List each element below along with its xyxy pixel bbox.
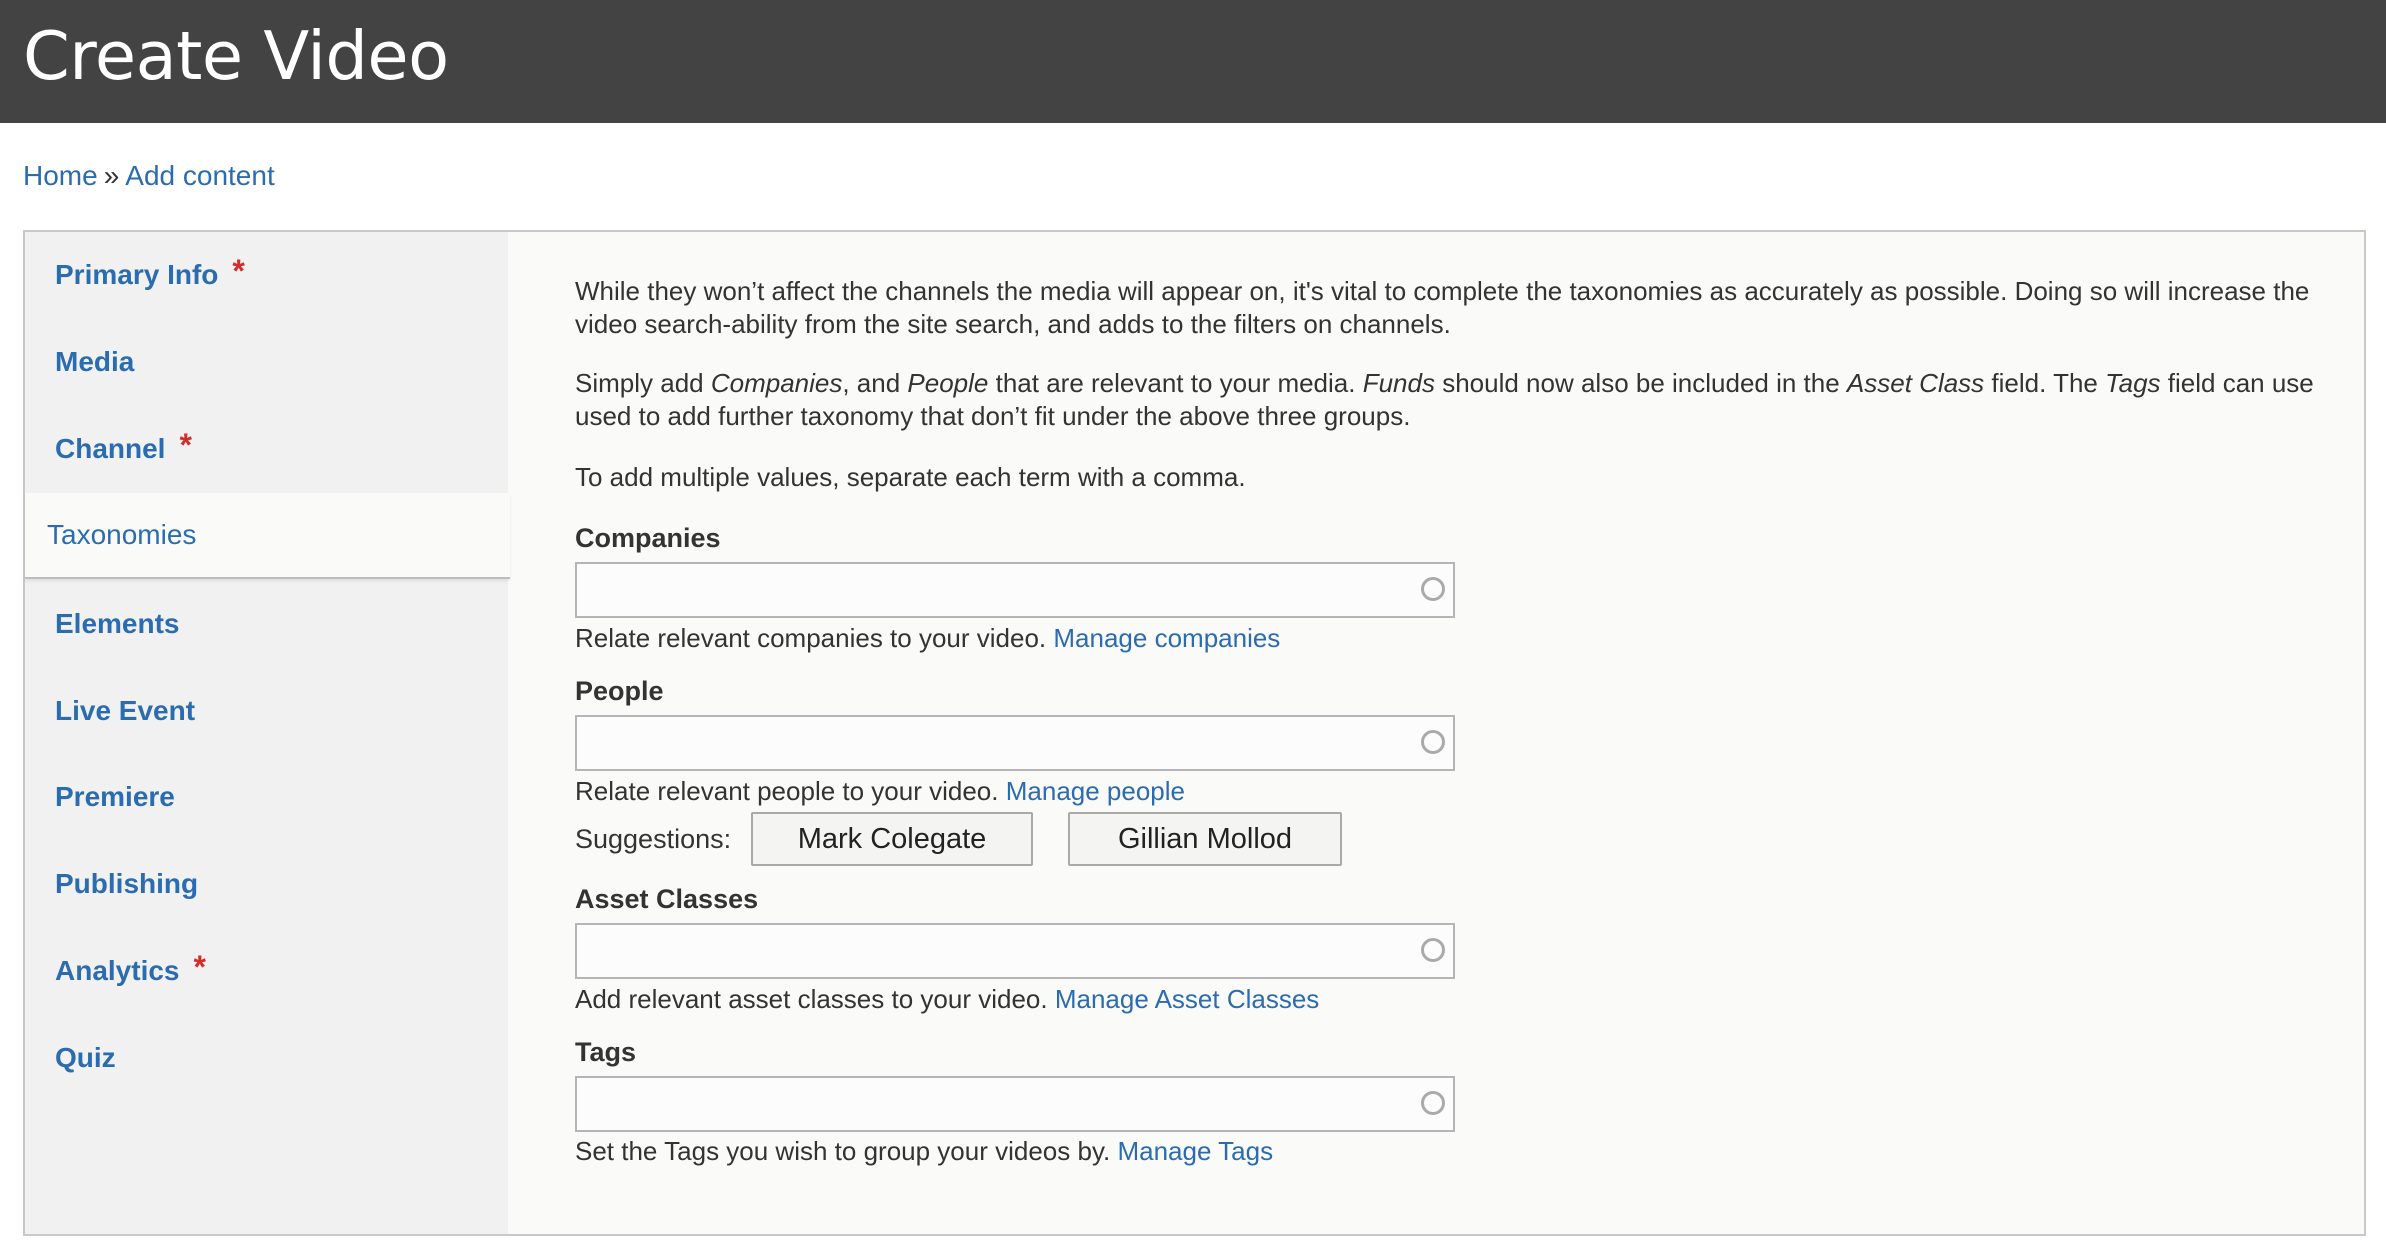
description-text: Relate relevant people to your video.: [575, 776, 999, 806]
people-field[interactable]: [575, 715, 1455, 771]
tab-label: Analytics: [55, 955, 180, 986]
tab-label: Premiere: [55, 781, 175, 812]
tab-primary-info[interactable]: Primary Info *: [25, 232, 508, 318]
tab-premiere[interactable]: Premiere: [25, 754, 508, 840]
asset-classes-description: Add relevant asset classes to your video…: [575, 983, 1319, 1016]
required-marker: *: [232, 253, 245, 289]
tab-taxonomies[interactable]: Taxonomies: [25, 493, 510, 579]
tags-field[interactable]: [575, 1076, 1455, 1132]
text-span: field. The: [1984, 368, 2106, 398]
emphasis: Asset Class: [1846, 368, 1985, 398]
companies-field[interactable]: [575, 562, 1455, 618]
vertical-tabs: Primary Info * Media Channel * Taxonomies …: [23, 230, 2366, 1236]
text-span: that are relevant to your media.: [988, 368, 1363, 398]
manage-asset-classes-link[interactable]: Manage Asset Classes: [1055, 984, 1319, 1014]
breadcrumb-add-content-link[interactable]: Add content: [125, 160, 274, 191]
instructions-paragraph: Simply add Companies, and People that ar…: [575, 367, 2315, 433]
suggestions-label: Suggestions:: [575, 824, 732, 854]
vertical-tabs-menu: Primary Info * Media Channel * Taxonomies …: [25, 232, 510, 1234]
suggestion-button-gillian-mollod[interactable]: Gillian Mollod: [1068, 812, 1342, 866]
tab-label: Taxonomies: [47, 519, 197, 550]
asset-classes-field[interactable]: [575, 923, 1455, 979]
multiple-values-hint: To add multiple values, separate each te…: [575, 462, 1246, 492]
breadcrumb: Home» Add content: [23, 158, 275, 194]
intro-paragraph: While they won’t affect the channels the…: [575, 276, 2310, 339]
description-text: Set the Tags you wish to group your vide…: [575, 1136, 1111, 1166]
page-header: Create Video: [0, 0, 2386, 123]
manage-companies-link[interactable]: Manage companies: [1053, 623, 1280, 653]
required-marker: *: [193, 949, 206, 985]
tab-label: Media: [55, 346, 135, 377]
tab-label: Elements: [55, 608, 180, 639]
description-text: Relate relevant companies to your video.: [575, 623, 1047, 653]
tags-input[interactable]: [577, 1078, 1397, 1130]
suggestion-button-mark-colegate[interactable]: Mark Colegate: [751, 812, 1033, 866]
tab-elements[interactable]: Elements: [25, 581, 508, 667]
autocomplete-throbber-icon: [1421, 577, 1445, 601]
tab-channel[interactable]: Channel *: [25, 406, 508, 492]
tags-description: Set the Tags you wish to group your vide…: [575, 1135, 1273, 1168]
text-span: Simply add: [575, 368, 711, 398]
text-span: , and: [842, 368, 908, 398]
breadcrumb-home-link[interactable]: Home: [23, 160, 98, 191]
text-span: should now also be included in the: [1434, 368, 1847, 398]
tab-label: Live Event: [55, 695, 196, 726]
tab-quiz[interactable]: Quiz: [25, 1015, 508, 1101]
tab-label: Quiz: [55, 1042, 116, 1073]
people-description: Relate relevant people to your video. Ma…: [575, 775, 1185, 808]
emphasis: Companies: [710, 368, 843, 398]
tab-publishing[interactable]: Publishing: [25, 841, 508, 927]
companies-description: Relate relevant companies to your video.…: [575, 622, 1280, 655]
tags-label: Tags: [575, 1037, 637, 1067]
tab-label: Primary Info: [55, 259, 219, 290]
tab-live-event[interactable]: Live Event: [25, 668, 508, 754]
tab-label: Publishing: [55, 868, 199, 899]
people-input[interactable]: [577, 717, 1397, 769]
breadcrumb-separator: »: [103, 160, 120, 191]
page-title: Create Video: [23, 17, 449, 95]
manage-tags-link[interactable]: Manage Tags: [1117, 1136, 1273, 1166]
autocomplete-throbber-icon: [1421, 1091, 1445, 1115]
tab-analytics[interactable]: Analytics *: [25, 928, 508, 1014]
autocomplete-throbber-icon: [1421, 730, 1445, 754]
tab-label: Channel: [55, 433, 166, 464]
companies-label: Companies: [575, 523, 721, 553]
companies-input[interactable]: [577, 564, 1397, 616]
tab-media[interactable]: Media: [25, 319, 508, 405]
asset-classes-input[interactable]: [577, 925, 1397, 977]
people-label: People: [575, 676, 664, 706]
autocomplete-throbber-icon: [1421, 938, 1445, 962]
description-text: Add relevant asset classes to your video…: [575, 984, 1048, 1014]
emphasis: Funds: [1362, 368, 1435, 398]
manage-people-link[interactable]: Manage people: [1006, 776, 1185, 806]
emphasis: Tags: [2105, 368, 2161, 398]
asset-classes-label: Asset Classes: [575, 884, 759, 914]
emphasis: People: [907, 368, 989, 398]
required-marker: *: [179, 427, 192, 463]
